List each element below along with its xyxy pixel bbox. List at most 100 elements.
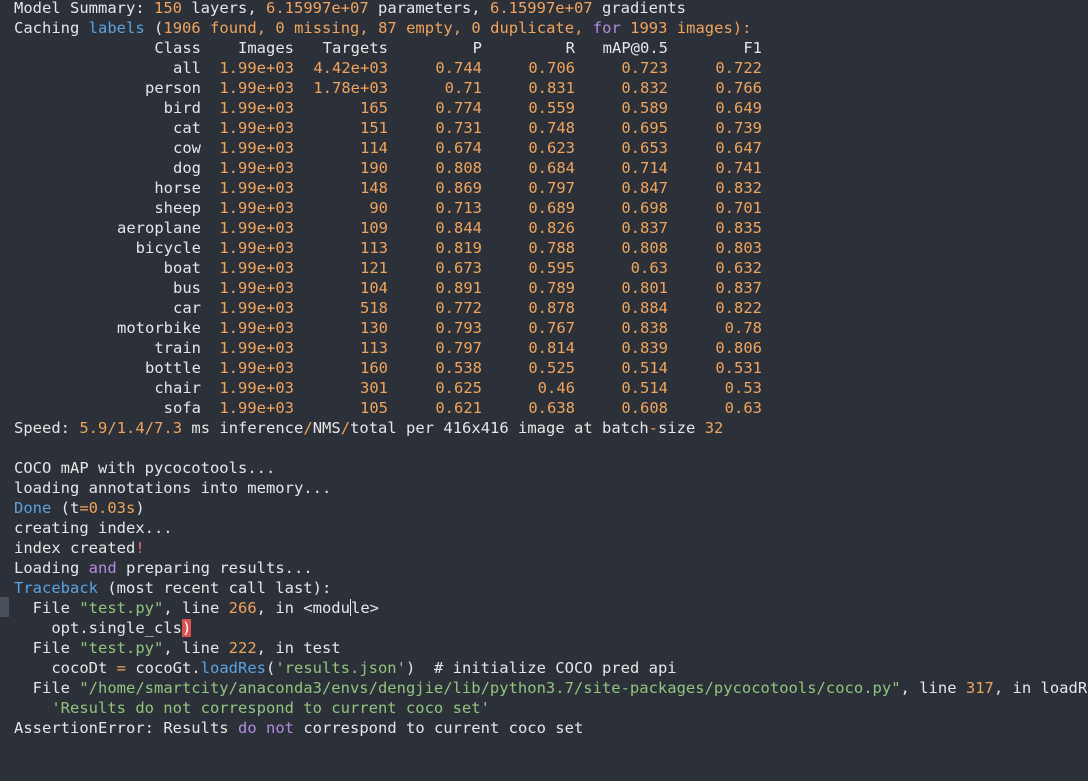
cell-precision: 0.844 (435, 219, 482, 237)
cell-targets: 114 (360, 139, 388, 157)
cell-f1: 0.741 (715, 159, 762, 177)
cell-targets: 148 (360, 179, 388, 197)
cell-class: motorbike (117, 319, 201, 337)
cell-map50: 0.832 (621, 79, 668, 97)
cell-targets: 90 (369, 199, 388, 217)
assertion-error-line: AssertionError: Results do not correspon… (14, 719, 584, 737)
cell-images: 1.99e+03 (219, 59, 294, 77)
cell-f1: 0.722 (715, 59, 762, 77)
loading-annotations-line: loading annotations into memory... (14, 479, 332, 497)
cell-class: bird (163, 99, 201, 117)
cell-class: boat (163, 259, 201, 277)
cell-map50: 0.695 (621, 119, 668, 137)
cell-precision: 0.797 (435, 339, 482, 357)
cell-images: 1.99e+03 (219, 179, 294, 197)
cell-targets: 518 (360, 299, 388, 317)
model-summary-line: Model Summary: 150 layers, 6.15997e+07 p… (14, 0, 686, 17)
cell-recall: 0.684 (528, 159, 575, 177)
cell-f1: 0.632 (715, 259, 762, 277)
cell-precision: 0.793 (435, 319, 482, 337)
cell-precision: 0.819 (435, 239, 482, 257)
cell-map50: 0.837 (621, 219, 668, 237)
cell-targets: 301 (360, 379, 388, 397)
cell-recall: 0.826 (528, 219, 575, 237)
cell-precision: 0.538 (435, 359, 482, 377)
cell-targets: 104 (360, 279, 388, 297)
speed-line: Speed: 5.9/1.4/7.3 ms inference/NMS/tota… (14, 419, 724, 437)
cell-f1: 0.78 (724, 319, 762, 337)
cell-class: cow (173, 139, 201, 157)
cell-recall: 0.595 (528, 259, 575, 277)
done-line: Done (t=0.03s) (14, 499, 145, 517)
cell-precision: 0.808 (435, 159, 482, 177)
cell-class: car (173, 299, 201, 317)
cell-targets: 113 (360, 239, 388, 257)
cell-class: bottle (145, 359, 201, 377)
cell-f1: 0.803 (715, 239, 762, 257)
cell-f1: 0.832 (715, 179, 762, 197)
cell-precision: 0.869 (435, 179, 482, 197)
cell-map50: 0.801 (621, 279, 668, 297)
cell-class: bicycle (135, 239, 201, 257)
cell-f1: 0.739 (715, 119, 762, 137)
cell-images: 1.99e+03 (219, 239, 294, 257)
cell-map50: 0.839 (621, 339, 668, 357)
cell-recall: 0.559 (528, 99, 575, 117)
cell-map50: 0.608 (621, 399, 668, 417)
cell-targets: 151 (360, 119, 388, 137)
header-f1: F1 (743, 39, 762, 57)
cell-class: all (173, 59, 201, 77)
cell-map50: 0.653 (621, 139, 668, 157)
cell-recall: 0.46 (537, 379, 575, 397)
traceback-frame-2: File "test.py", line 222, in test (14, 639, 341, 657)
cell-map50: 0.698 (621, 199, 668, 217)
creating-index-line: creating index... (14, 519, 173, 537)
cell-map50: 0.884 (621, 299, 668, 317)
cell-recall: 0.789 (528, 279, 575, 297)
cell-precision: 0.772 (435, 299, 482, 317)
cell-f1: 0.701 (715, 199, 762, 217)
cell-f1: 0.766 (715, 79, 762, 97)
cell-precision: 0.674 (435, 139, 482, 157)
cell-precision: 0.621 (435, 399, 482, 417)
cell-targets: 4.42e+03 (313, 59, 388, 77)
cell-images: 1.99e+03 (219, 199, 294, 217)
cell-images: 1.99e+03 (219, 159, 294, 177)
cell-class: sheep (154, 199, 201, 217)
cell-targets: 109 (360, 219, 388, 237)
header-recall: R (565, 39, 575, 57)
terminal-window[interactable]: Model Summary: 150 layers, 6.15997e+07 p… (0, 0, 1088, 781)
cell-class: dog (173, 159, 201, 177)
cell-f1: 0.835 (715, 219, 762, 237)
cell-precision: 0.731 (435, 119, 482, 137)
cell-targets: 105 (360, 399, 388, 417)
cell-precision: 0.673 (435, 259, 482, 277)
cell-images: 1.99e+03 (219, 299, 294, 317)
cell-f1: 0.649 (715, 99, 762, 117)
traceback-header: Traceback (most recent call last): (14, 579, 332, 597)
cell-recall: 0.878 (528, 299, 575, 317)
cell-recall: 0.788 (528, 239, 575, 257)
traceback-code-3: 'Results do not correspond to current co… (14, 699, 490, 717)
cell-precision: 0.744 (435, 59, 482, 77)
cell-class: sofa (163, 399, 201, 417)
cell-f1: 0.837 (715, 279, 762, 297)
cell-recall: 0.689 (528, 199, 575, 217)
cell-recall: 0.706 (528, 59, 575, 77)
cell-map50: 0.63 (630, 259, 668, 277)
cell-images: 1.99e+03 (219, 379, 294, 397)
cell-recall: 0.525 (528, 359, 575, 377)
cell-map50: 0.838 (621, 319, 668, 337)
cell-images: 1.99e+03 (219, 279, 294, 297)
cell-precision: 0.891 (435, 279, 482, 297)
cell-images: 1.99e+03 (219, 139, 294, 157)
cell-f1: 0.63 (724, 399, 762, 417)
cell-class: chair (154, 379, 201, 397)
cell-targets: 165 (360, 99, 388, 117)
cell-map50: 0.514 (621, 359, 668, 377)
cell-map50: 0.847 (621, 179, 668, 197)
cell-images: 1.99e+03 (219, 219, 294, 237)
cell-class: aeroplane (117, 219, 201, 237)
coco-map-line: COCO mAP with pycocotools... (14, 459, 276, 477)
cell-targets: 160 (360, 359, 388, 377)
